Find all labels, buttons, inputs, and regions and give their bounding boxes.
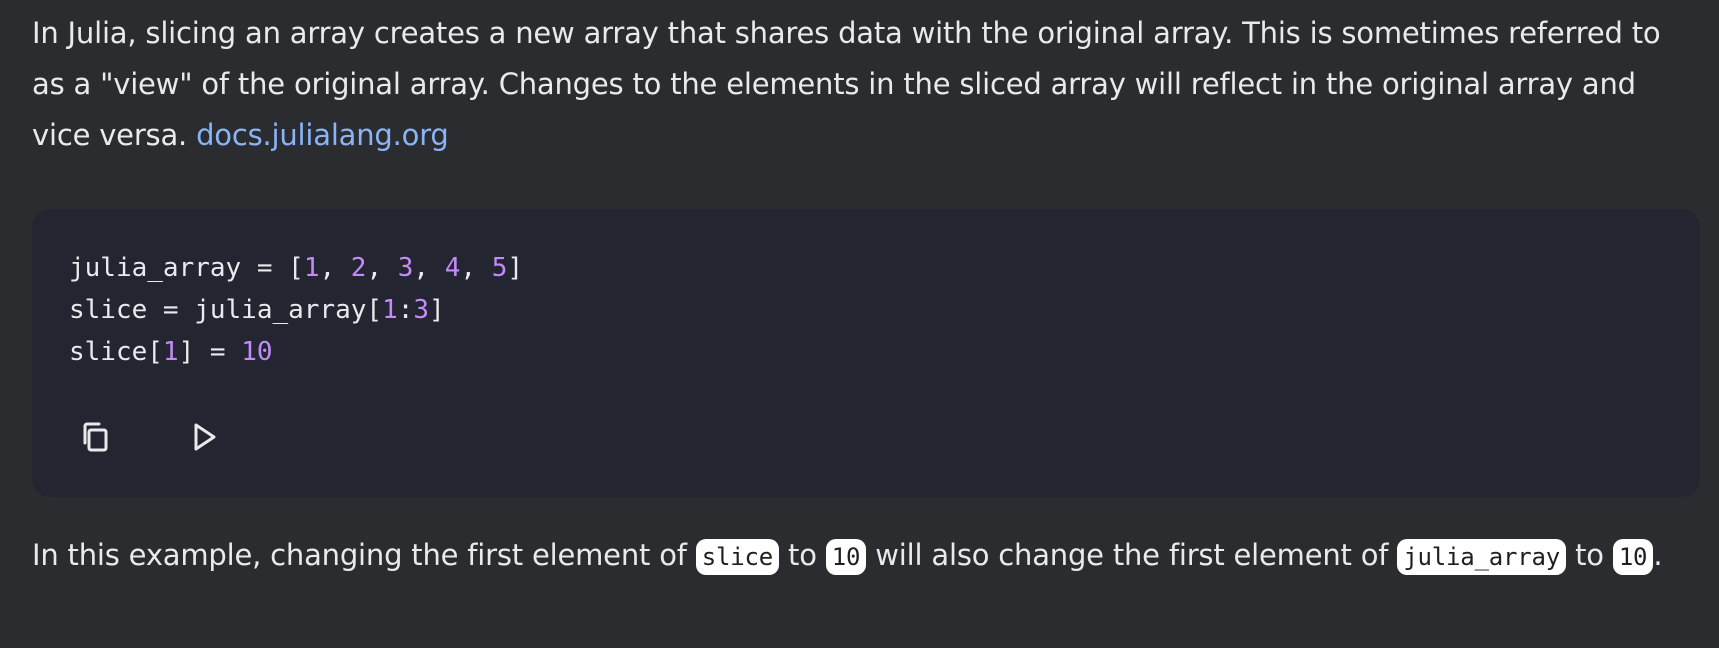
explanation-paragraph: In this example, changing the first elem… [32, 530, 1692, 583]
code-token: ] [429, 295, 445, 325]
explanation-text-2: to [779, 538, 826, 572]
code-line: julia_array = [1, 2, 3, 4, 5] [69, 247, 523, 289]
code-token: , [319, 253, 351, 283]
explanation-text-1: In this example, changing the first elem… [32, 538, 696, 572]
code-token: , [460, 253, 492, 283]
code-number-token: 2 [350, 253, 367, 283]
inline-code-value: 10 [825, 539, 867, 575]
code-token: slice = julia_array[ [69, 295, 383, 325]
code-token: slice[ [69, 337, 163, 367]
code-number-token: 1 [382, 295, 398, 325]
code-number-token: 3 [397, 253, 414, 283]
code-number-token: 10 [241, 337, 273, 367]
explanation-text-5: . [1653, 538, 1663, 572]
run-code-button[interactable] [180, 413, 228, 461]
inline-code-value-2: 10 [1612, 539, 1654, 575]
play-icon [194, 423, 216, 451]
code-token: ] [507, 253, 523, 283]
explanation-text-3: will also change the first element of [866, 538, 1398, 572]
inline-code-slice: slice [695, 539, 780, 575]
code-token: julia_array = [ [69, 253, 304, 283]
code-number-token: 5 [491, 253, 508, 283]
code-block: julia_array = [1, 2, 3, 4, 5] slice = jul… [32, 209, 1700, 497]
code-line: slice[1] = 10 [69, 331, 523, 373]
code-number-token: 1 [303, 253, 320, 283]
intro-paragraph: In Julia, slicing an array creates a new… [32, 8, 1692, 161]
copy-icon [83, 422, 108, 452]
code-token: , [366, 253, 398, 283]
code-token: ] = [178, 337, 242, 367]
code-number-token: 3 [413, 295, 430, 325]
code-token: , [413, 253, 445, 283]
code-number-token: 4 [444, 253, 461, 283]
code-token: : [397, 295, 414, 325]
inline-code-julia-array: julia_array [1397, 539, 1567, 575]
copy-code-button[interactable] [71, 413, 119, 461]
source-link[interactable]: docs.julialang.org [196, 118, 449, 152]
code-line: slice = julia_array[1:3] [69, 289, 523, 331]
explanation-text-4: to [1566, 538, 1613, 572]
code-content: julia_array = [1, 2, 3, 4, 5] slice = jul… [69, 247, 523, 373]
code-number-token: 1 [162, 337, 179, 367]
